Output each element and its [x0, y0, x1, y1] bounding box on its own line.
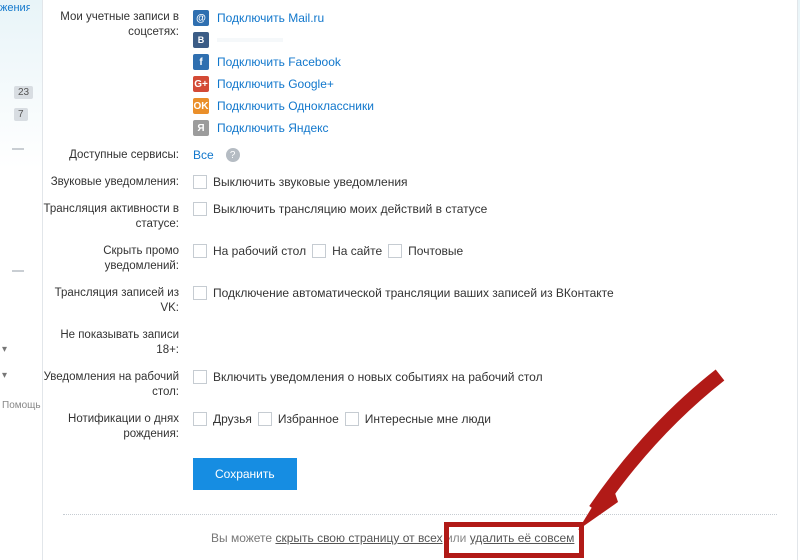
- count-badge: 23: [14, 86, 33, 99]
- label-social: Мои учетные записи в соцсетях:: [43, 10, 193, 136]
- connect-facebook[interactable]: f Подключить Facebook: [193, 54, 341, 70]
- connect-vk[interactable]: B: [193, 32, 283, 48]
- checkbox-bday-interesting[interactable]: Интересные мне люди: [345, 412, 491, 426]
- checkbox-icon: [312, 244, 326, 258]
- delete-page-link[interactable]: удалить её совсем: [470, 531, 575, 545]
- googleplus-icon: G+: [193, 76, 209, 92]
- checkbox-promo-site[interactable]: На сайте: [312, 244, 382, 258]
- divider-icon: [12, 270, 24, 272]
- checkbox-icon: [193, 370, 207, 384]
- connect-odnoklassniki[interactable]: OK Подключить Одноклассники: [193, 98, 374, 114]
- row-activity: Трансляция активности в статусе: Выключи…: [43, 196, 797, 238]
- left-sidebar: жения 23 7 ▾ ▾ Помощь: [0, 0, 40, 560]
- label-services: Доступные сервисы:: [43, 148, 193, 163]
- label-sound: Звуковые уведомления:: [43, 175, 193, 190]
- row-birthdays: Нотификации о днях рождения: Друзья Избр…: [43, 406, 797, 448]
- checkbox-icon: [193, 202, 207, 216]
- footer-text: Вы можете скрыть свою страницу от всех и…: [63, 514, 777, 545]
- yandex-icon: Я: [193, 120, 209, 136]
- settings-panel: Мои учетные записи в соцсетях: @ Подключ…: [42, 0, 798, 560]
- chevron-down-icon[interactable]: ▾: [2, 370, 7, 381]
- checkbox-icon: [193, 244, 207, 258]
- checkbox-icon: [258, 412, 272, 426]
- checkbox-bday-friends[interactable]: Друзья: [193, 412, 252, 426]
- row-promo: Скрыть промо уведомлений: На рабочий сто…: [43, 238, 797, 280]
- odnoklassniki-icon: OK: [193, 98, 209, 114]
- footer-prefix: Вы можете: [211, 531, 275, 545]
- chevron-down-icon[interactable]: ▾: [2, 344, 7, 355]
- row-desktop: Уведомления на рабочий стол: Включить ув…: [43, 364, 797, 406]
- label-adult: Не показывать записи 18+:: [43, 328, 193, 358]
- label-desktop: Уведомления на рабочий стол:: [43, 370, 193, 400]
- checkbox-icon: [193, 412, 207, 426]
- label-activity: Трансляция активности в статусе:: [43, 202, 193, 232]
- row-vk: Трансляция записей из VK: Подключение ав…: [43, 280, 797, 322]
- checkbox-sound[interactable]: Выключить звуковые уведомления: [193, 175, 408, 189]
- checkbox-icon: [345, 412, 359, 426]
- checkbox-promo-mail[interactable]: Почтовые: [388, 244, 463, 258]
- help-icon[interactable]: ?: [226, 148, 240, 162]
- nav-item-truncated[interactable]: жения: [0, 2, 30, 14]
- row-social-accounts: Мои учетные записи в соцсетях: @ Подключ…: [43, 4, 797, 142]
- label-birthdays: Нотификации о днях рождения:: [43, 412, 193, 442]
- count-badge: 7: [14, 108, 28, 121]
- footer-join: или: [446, 531, 470, 545]
- checkbox-activity[interactable]: Выключить трансляцию моих действий в ста…: [193, 202, 487, 216]
- facebook-icon: f: [193, 54, 209, 70]
- connect-google[interactable]: G+ Подключить Google+: [193, 76, 334, 92]
- help-link[interactable]: Помощь: [2, 400, 41, 411]
- divider-icon: [12, 148, 24, 150]
- vk-icon: B: [193, 32, 209, 48]
- row-sound: Звуковые уведомления: Выключить звуковые…: [43, 169, 797, 196]
- services-all-link[interactable]: Все: [193, 148, 214, 162]
- mailru-icon: @: [193, 10, 209, 26]
- checkbox-bday-fav[interactable]: Избранное: [258, 412, 339, 426]
- row-adult: Не показывать записи 18+:: [43, 322, 797, 364]
- checkbox-icon: [388, 244, 402, 258]
- connect-mailru[interactable]: @ Подключить Mail.ru: [193, 10, 324, 26]
- row-services: Доступные сервисы: Все ?: [43, 142, 797, 169]
- checkbox-promo-desktop[interactable]: На рабочий стол: [193, 244, 306, 258]
- label-vk: Трансляция записей из VK:: [43, 286, 193, 316]
- checkbox-icon: [193, 175, 207, 189]
- checkbox-icon: [193, 286, 207, 300]
- checkbox-desktop[interactable]: Включить уведомления о новых событиях на…: [193, 370, 543, 384]
- connect-yandex[interactable]: Я Подключить Яндекс: [193, 120, 329, 136]
- checkbox-vk[interactable]: Подключение автоматической трансляции ва…: [193, 286, 614, 300]
- label-promo: Скрыть промо уведомлений:: [43, 244, 193, 274]
- save-button[interactable]: Сохранить: [193, 458, 297, 490]
- row-save: Сохранить: [43, 448, 797, 496]
- hide-page-link[interactable]: скрыть свою страницу от всех: [275, 531, 442, 545]
